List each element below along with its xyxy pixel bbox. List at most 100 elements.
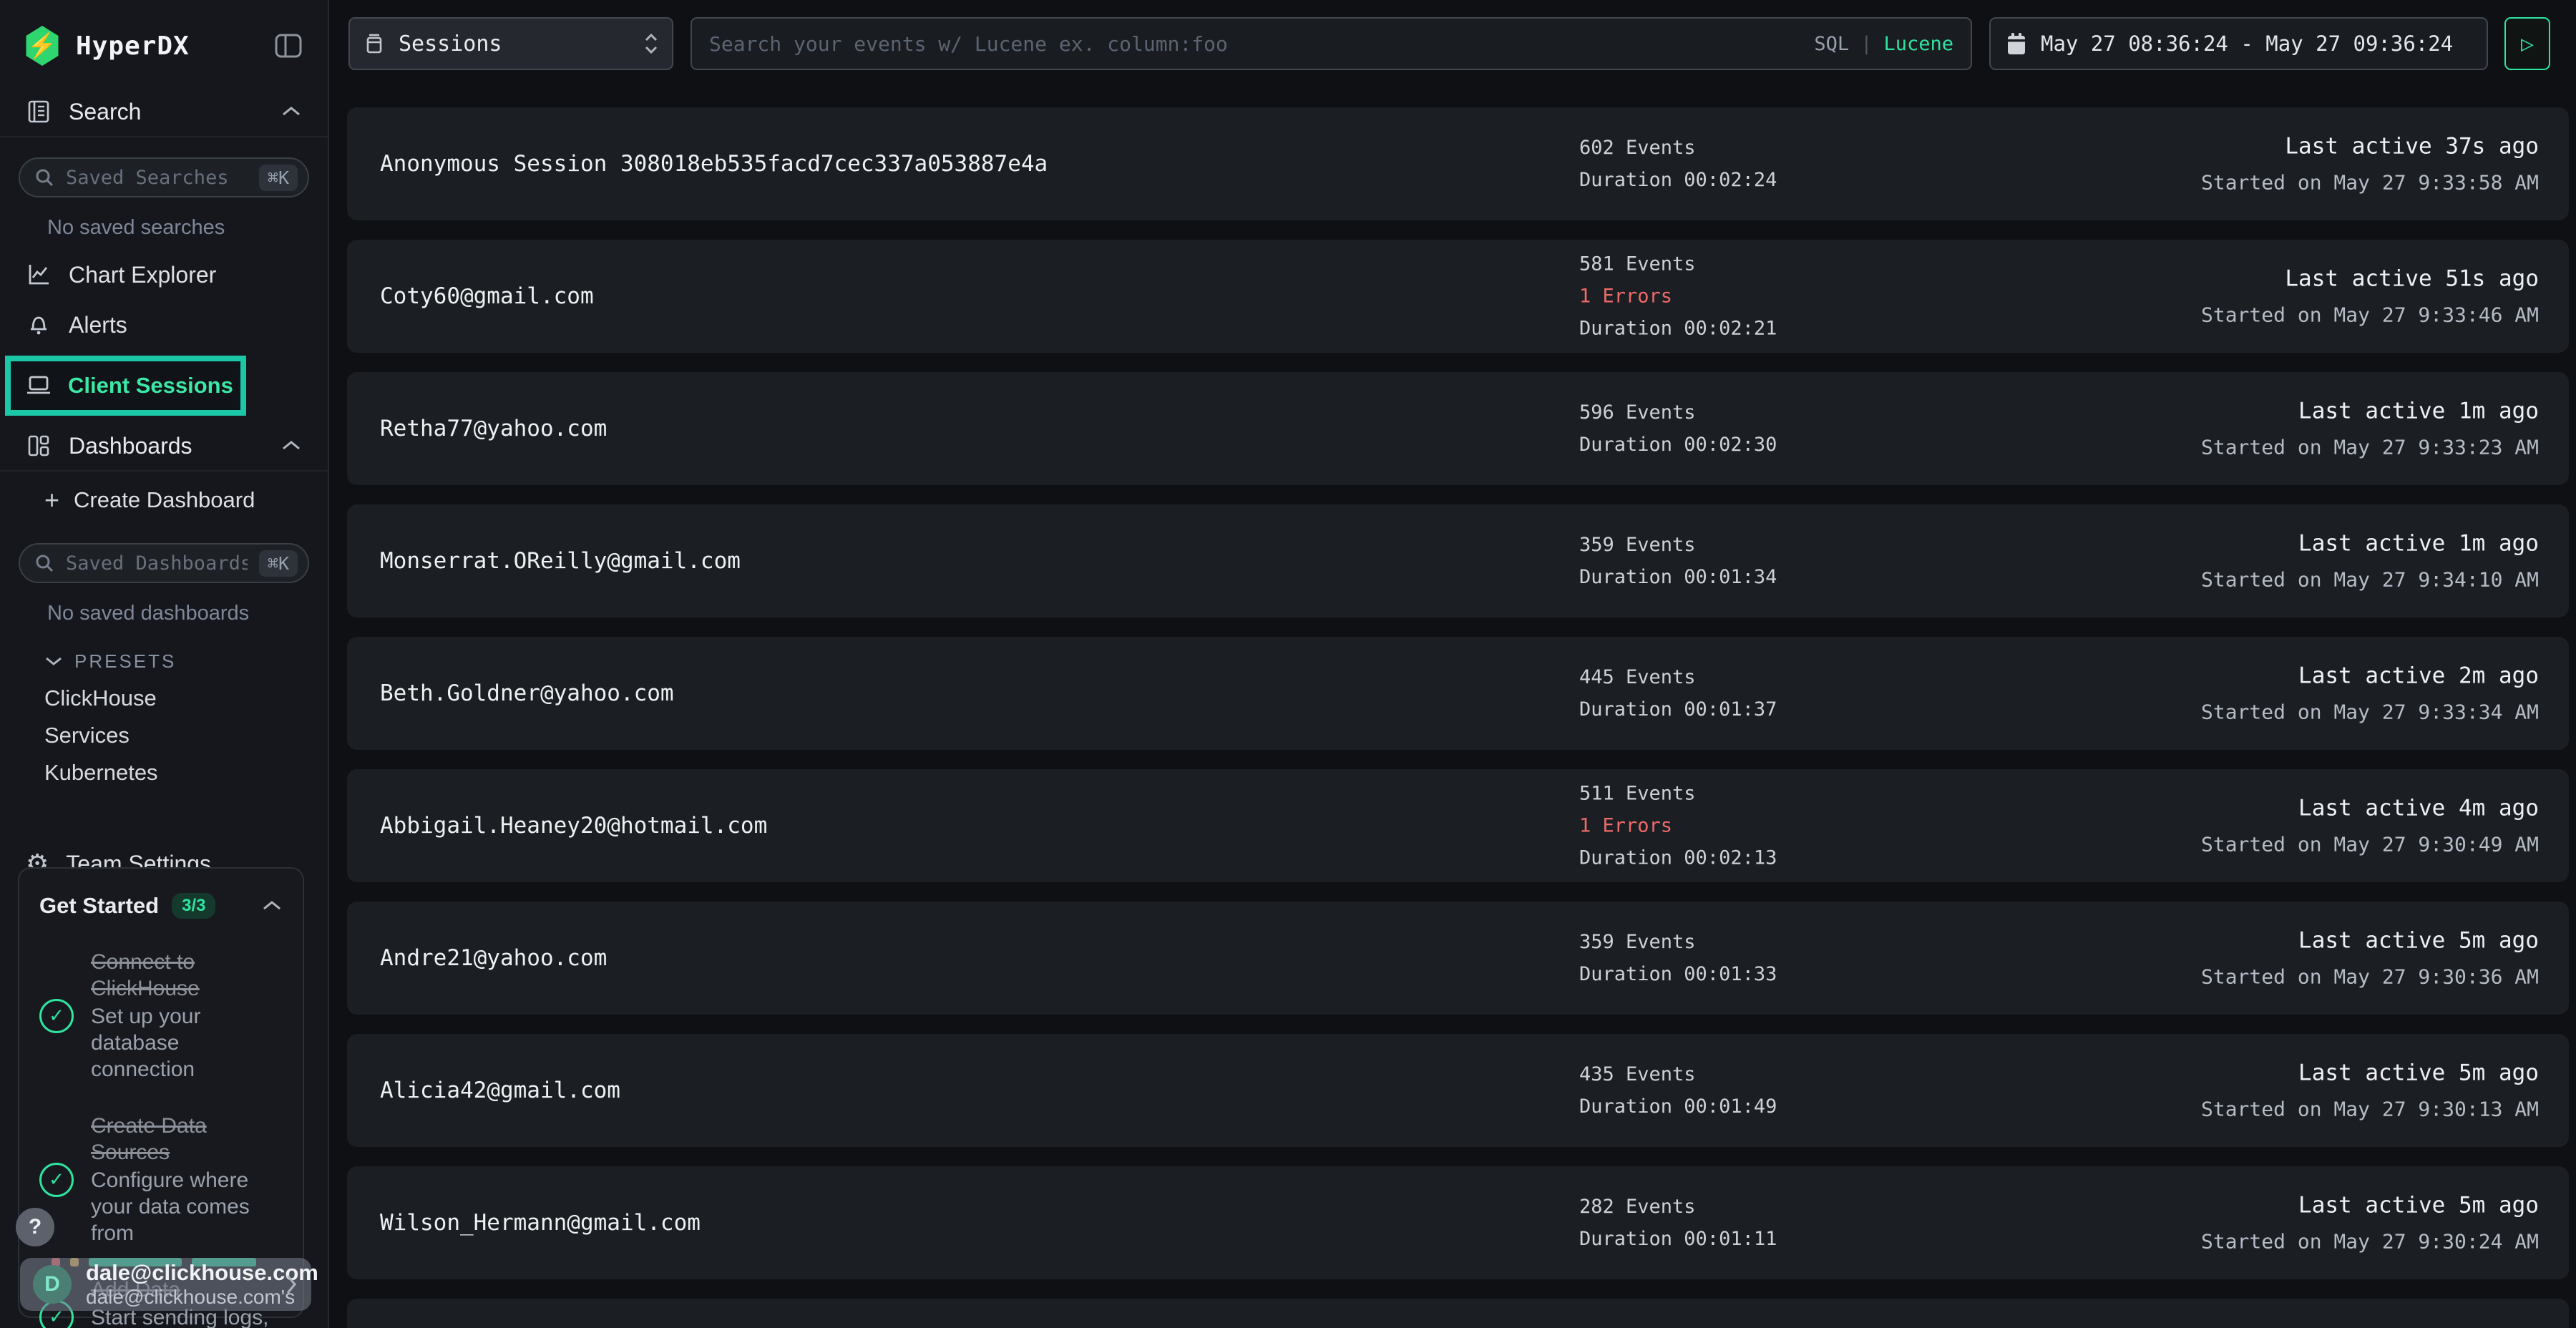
session-started: Started on May 27 9:33:46 AM (2201, 303, 2539, 327)
session-activity: Last active 2m ago Started on May 27 9:3… (2201, 663, 2539, 724)
get-started-item-connect[interactable]: ✓ Connect to ClickHouse Set up your data… (39, 949, 283, 1083)
session-errors: 1 Errors (1579, 810, 1777, 842)
preset-item-clickhouse[interactable]: ClickHouse (0, 680, 328, 717)
session-name: Andre21@yahoo.com (380, 945, 607, 971)
sidebar-section-dashboards[interactable]: Dashboards (0, 421, 328, 472)
session-name: Wilson_Hermann@gmail.com (380, 1210, 701, 1236)
saved-searches-input[interactable]: Saved Searches ⌘K (19, 157, 309, 197)
session-list: Anonymous Session 308018eb535facd7cec337… (347, 107, 2569, 1328)
session-events: 445 Events (1579, 661, 1777, 693)
saved-dashboards-placeholder: Saved Dashboards (66, 552, 248, 575)
session-name: Coty60@gmail.com (380, 283, 594, 309)
session-row[interactable]: Anonymous Session 308018eb535facd7cec337… (347, 107, 2569, 220)
sql-mode-toggle[interactable]: SQL (1814, 33, 1849, 55)
plus-icon: + (44, 487, 59, 513)
collapse-sidebar-icon[interactable] (273, 31, 303, 61)
session-started: Started on May 27 9:30:49 AM (2201, 833, 2539, 856)
shortcut-badge: ⌘K (259, 550, 298, 577)
session-stats: 445 Events Duration 00:01:37 (1579, 661, 1777, 726)
session-events: 359 Events (1579, 926, 1777, 958)
session-row[interactable]: Monserrat.OReilly@gmail.com 359 Events D… (347, 504, 2569, 617)
user-subtitle: dale@clickhouse.com's (86, 1286, 270, 1309)
session-row[interactable]: Andre21@yahoo.com 359 Events Duration 00… (347, 902, 2569, 1015)
session-name: Anonymous Session 308018eb535facd7cec337… (380, 151, 1048, 177)
session-stats: 596 Events Duration 00:02:30 (1579, 396, 1777, 461)
play-icon: ▷ (2521, 31, 2534, 57)
presets-toggle[interactable]: PRESETS (0, 643, 328, 680)
session-row[interactable]: Retha77@yahoo.com 596 Events Duration 00… (347, 372, 2569, 485)
check-circle-icon: ✓ (39, 1163, 74, 1197)
create-dashboard-label: Create Dashboard (74, 487, 255, 513)
session-duration: Duration 00:01:49 (1579, 1090, 1777, 1123)
alerts-label: Alerts (69, 312, 127, 338)
session-activity: Last active 5m ago Started on May 27 9:3… (2201, 928, 2539, 989)
chevron-up-icon[interactable] (261, 899, 283, 912)
session-activity: Last active 1m ago Started on May 27 9:3… (2201, 531, 2539, 592)
session-row[interactable]: Coty60@gmail.com 581 Events 1 Errors Dur… (347, 240, 2569, 353)
session-name: Beth.Goldner@yahoo.com (380, 680, 674, 706)
create-dashboard-button[interactable]: + Create Dashboard (0, 477, 328, 523)
select-chevrons-icon (643, 31, 659, 56)
session-row[interactable]: Abbigail.Heaney20@hotmail.com 511 Events… (347, 769, 2569, 882)
preset-item-kubernetes[interactable]: Kubernetes (0, 754, 328, 791)
session-activity: Last active 51s ago Started on May 27 9:… (2201, 266, 2539, 327)
chart-explorer-icon (26, 262, 52, 288)
database-icon (363, 31, 386, 57)
session-duration: Duration 00:01:34 (1579, 561, 1777, 593)
sidebar-item-chart-explorer[interactable]: Chart Explorer (0, 250, 328, 300)
saved-dashboards-input[interactable]: Saved Dashboards ⌘K (19, 543, 309, 583)
sidebar-item-alerts[interactable]: Alerts (0, 300, 328, 350)
session-row[interactable]: Wilson_Hermann@gmail.com 282 Events Dura… (347, 1166, 2569, 1279)
session-last-active: Last active 5m ago (2201, 1193, 2539, 1219)
help-button[interactable]: ? (16, 1208, 54, 1246)
topbar: Sessions Search your events w/ Lucene ex… (329, 0, 2576, 86)
session-activity: Last active 37s ago Started on May 27 9:… (2201, 134, 2539, 195)
chart-explorer-label: Chart Explorer (69, 262, 216, 288)
session-started: Started on May 27 9:30:24 AM (2201, 1230, 2539, 1254)
session-stats: 359 Events Duration 00:01:34 (1579, 529, 1777, 593)
session-name: Retha77@yahoo.com (380, 416, 607, 441)
user-menu[interactable]: D dale@clickhouse.com dale@clickhouse.co… (20, 1258, 311, 1311)
session-stats: 359 Events Duration 00:01:33 (1579, 926, 1777, 990)
laptop-icon (25, 374, 52, 398)
sidebar-section-search[interactable]: Search (0, 87, 328, 137)
session-duration: Duration 00:01:33 (1579, 958, 1777, 990)
calendar-icon (2005, 31, 2028, 57)
get-started-header[interactable]: Get Started 3/3 (39, 893, 283, 919)
session-last-active: Last active 4m ago (2201, 796, 2539, 821)
session-last-active: Last active 1m ago (2201, 399, 2539, 424)
chevron-up-icon[interactable] (280, 439, 302, 452)
session-started: Started on May 27 9:33:34 AM (2201, 700, 2539, 724)
session-row[interactable]: Beth.Goldner@yahoo.com 445 Events Durati… (347, 637, 2569, 750)
avatar: D (33, 1265, 72, 1304)
run-query-button[interactable]: ▷ (2504, 17, 2550, 70)
no-saved-searches-text: No saved searches (47, 216, 309, 240)
session-stats: 282 Events Duration 00:01:11 (1579, 1191, 1777, 1255)
shortcut-badge: ⌘K (259, 165, 298, 191)
presets-label: PRESETS (74, 650, 176, 673)
get-started-item-title: Create Data Sources (91, 1114, 207, 1164)
session-name: Monserrat.OReilly@gmail.com (380, 548, 741, 574)
event-search-input[interactable]: Search your events w/ Lucene ex. column:… (691, 17, 1972, 70)
source-selector[interactable]: Sessions (348, 17, 673, 70)
session-row[interactable]: Alicia42@gmail.com 435 Events Duration 0… (347, 1034, 2569, 1147)
chevron-right-icon (284, 1273, 298, 1296)
lucene-mode-toggle[interactable]: Lucene (1883, 33, 1953, 55)
chevron-up-icon[interactable] (280, 105, 302, 118)
session-duration: Duration 00:02:21 (1579, 313, 1777, 345)
client-sessions-label: Client Sessions (68, 373, 233, 399)
preset-item-services[interactable]: Services (0, 717, 328, 754)
saved-dashboards-group: Saved Dashboards ⌘K No saved dashboards (0, 523, 328, 635)
time-range-picker[interactable]: May 27 08:36:24 - May 27 09:36:24 (1989, 17, 2488, 70)
get-started-item-data-sources[interactable]: ✓ Create Data Sources Configure where yo… (39, 1113, 283, 1246)
get-started-title: Get Started (39, 893, 159, 919)
session-duration: Duration 00:01:37 (1579, 693, 1777, 726)
user-name: dale@clickhouse.com (86, 1260, 270, 1286)
session-events: 511 Events (1579, 778, 1777, 810)
session-last-active: Last active 37s ago (2201, 134, 2539, 160)
session-row-partial[interactable] (347, 1299, 2569, 1328)
time-range-value: May 27 08:36:24 - May 27 09:36:24 (2041, 31, 2453, 56)
session-events: 282 Events (1579, 1191, 1777, 1223)
session-events: 596 Events (1579, 396, 1777, 429)
sidebar-item-client-sessions[interactable]: Client Sessions (5, 356, 246, 416)
